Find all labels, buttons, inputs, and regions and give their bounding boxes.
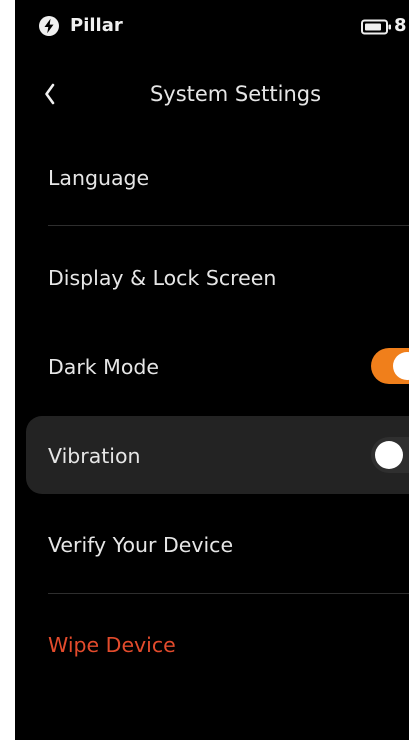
display-lock-screen-row[interactable]: Display & Lock Screen xyxy=(15,238,409,316)
status-bar: Pillar 8 xyxy=(15,0,409,52)
toggle-knob xyxy=(375,441,403,469)
divider xyxy=(48,593,409,594)
divider xyxy=(48,225,409,226)
lightning-bolt-icon xyxy=(38,15,60,37)
vibration-toggle[interactable] xyxy=(371,437,409,473)
verify-device-label: Verify Your Device xyxy=(48,533,234,557)
wipe-device-row[interactable]: Wipe Device xyxy=(15,605,409,683)
language-label: Language xyxy=(48,166,150,190)
battery-percentage: 8 xyxy=(394,15,407,36)
vibration-label: Vibration xyxy=(48,444,141,468)
navigation-bar: System Settings xyxy=(15,68,409,122)
vibration-row: Vibration xyxy=(26,416,409,494)
page-title: System Settings xyxy=(149,82,322,106)
dark-mode-toggle[interactable] xyxy=(371,348,409,384)
dark-mode-row: Dark Mode xyxy=(15,327,409,405)
verify-device-row[interactable]: Verify Your Device xyxy=(15,505,409,583)
dark-mode-label: Dark Mode xyxy=(48,355,160,379)
toggle-knob xyxy=(393,352,409,380)
app-name: Pillar xyxy=(70,15,123,36)
display-lock-screen-label: Display & Lock Screen xyxy=(48,266,277,290)
language-row[interactable]: Language xyxy=(15,138,409,216)
wipe-device-label: Wipe Device xyxy=(48,633,176,657)
phone-screen: Pillar 8 System Settings Language Displa… xyxy=(15,0,409,740)
